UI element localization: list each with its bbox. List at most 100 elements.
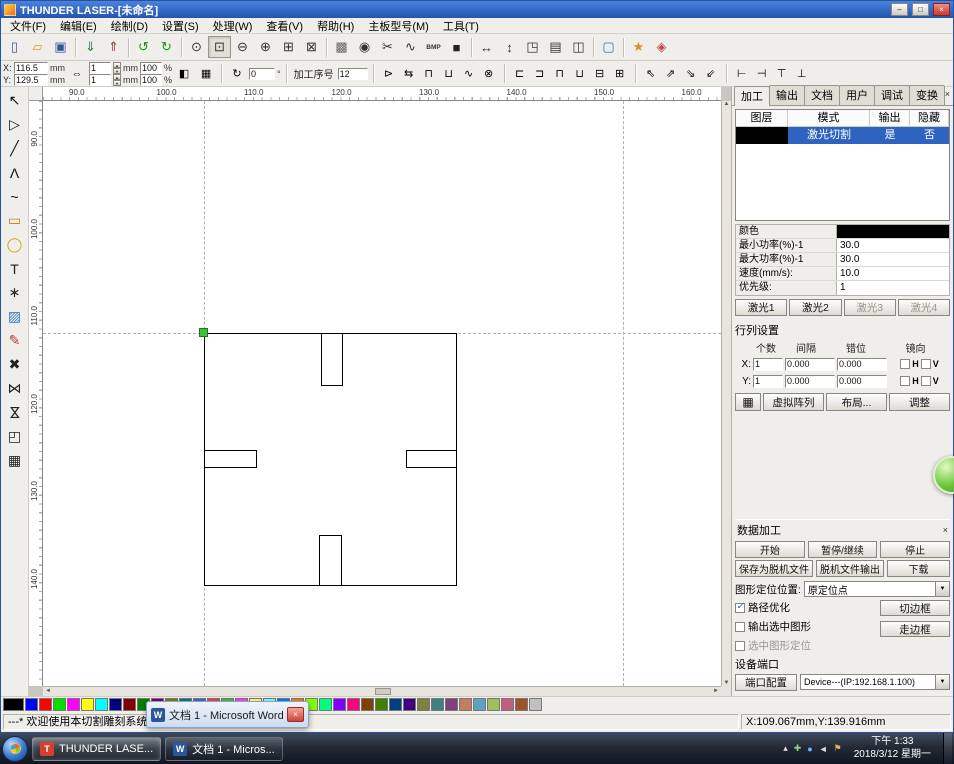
rotate-icon[interactable]: ↻ — [227, 64, 247, 84]
pos-y-input[interactable] — [14, 73, 48, 86]
layer-color-swatch[interactable] — [836, 225, 949, 238]
height-input[interactable] — [89, 73, 111, 86]
path-optimize-checkbox[interactable] — [735, 601, 745, 613]
palette-swatch[interactable] — [361, 698, 374, 711]
align-center-v-icon[interactable]: ⊞ — [610, 64, 630, 84]
palette-swatch[interactable] — [39, 698, 52, 711]
process-panel-close-icon[interactable]: × — [943, 525, 948, 535]
job-number-input[interactable] — [337, 67, 368, 80]
scroll-up-icon[interactable]: ▲ — [724, 101, 730, 107]
zoom-all-icon[interactable]: ⊠ — [300, 36, 323, 58]
scale-y-input[interactable] — [140, 73, 162, 86]
selection-handle[interactable] — [199, 328, 208, 337]
tray-volume-icon[interactable]: ◄ — [819, 744, 828, 754]
import-icon[interactable]: ⇓ — [79, 36, 102, 58]
pause-continue-button[interactable]: 暂停/继续 — [807, 541, 878, 558]
tray-expand-icon[interactable]: ▴ — [783, 743, 788, 754]
menu-file[interactable]: 文件(F) — [3, 17, 53, 35]
select-tool-icon[interactable]: ↖ — [3, 89, 27, 112]
link-xy-icon[interactable]: ⇔ — [67, 64, 87, 84]
open-curve-icon[interactable]: ⊔ — [439, 64, 459, 84]
panel-close-icon[interactable]: × — [945, 89, 950, 99]
menu-tools[interactable]: 工具(T) — [436, 17, 486, 35]
zoom-out-icon[interactable]: ⊖ — [231, 36, 254, 58]
download-button[interactable]: 下载 — [887, 560, 950, 577]
align-top-icon[interactable]: ⊓ — [550, 64, 570, 84]
tab-transform[interactable]: 变换 — [909, 85, 945, 105]
taskbar-app-word-document[interactable]: W 文档 1 - Micros... — [165, 736, 283, 761]
menu-process[interactable]: 处理(W) — [206, 17, 260, 35]
cut-frame-button[interactable]: 切边框 — [880, 600, 950, 616]
show-desktop-button[interactable] — [943, 733, 952, 764]
palette-swatch[interactable] — [501, 698, 514, 711]
array-tool-icon[interactable]: ▦ — [3, 449, 27, 472]
array-x-gap-input[interactable] — [785, 357, 835, 371]
layer-row[interactable]: 激光切割 是 否 — [736, 127, 949, 144]
zoom-window-icon[interactable]: ⊡ — [208, 36, 231, 58]
palette-swatch[interactable] — [67, 698, 80, 711]
curve-wave-icon[interactable]: ∿ — [399, 36, 422, 58]
palette-swatch[interactable] — [445, 698, 458, 711]
palette-swatch[interactable] — [81, 698, 94, 711]
palette-swatch[interactable] — [25, 698, 38, 711]
palette-swatch[interactable] — [3, 698, 24, 711]
align-bottom-icon[interactable]: ⊔ — [570, 64, 590, 84]
close-button[interactable]: × — [933, 3, 950, 16]
virtual-array-button[interactable]: 虚拟阵列 — [763, 393, 824, 411]
bmp-tool-icon[interactable]: BMP — [422, 36, 445, 58]
run-frame-button[interactable]: 走边框 — [880, 621, 950, 637]
preview-close-button[interactable]: × — [287, 707, 304, 722]
text-tool-icon[interactable]: T — [3, 257, 27, 280]
palette-swatch[interactable] — [487, 698, 500, 711]
move-top-left-icon[interactable]: ⇖ — [641, 64, 661, 84]
tab-process[interactable]: 加工 — [734, 86, 770, 106]
device-select[interactable]: Device---(IP:192.168.1.100) ▼ — [800, 674, 950, 690]
palette-swatch[interactable] — [403, 698, 416, 711]
move-bottom-left-icon[interactable]: ⇙ — [701, 64, 721, 84]
dock-bottom-icon[interactable]: ⊥ — [792, 64, 812, 84]
array-y-stagger-input[interactable] — [837, 374, 887, 388]
polyline-tool-icon[interactable]: Λ — [3, 161, 27, 184]
open-folder-icon[interactable]: ▱ — [26, 36, 49, 58]
new-doc-icon[interactable]: ▯ — [3, 36, 26, 58]
scroll-right-icon[interactable]: ► — [713, 688, 719, 694]
preview-icon[interactable]: ◫ — [567, 36, 590, 58]
tray-update-icon[interactable]: ● — [807, 744, 812, 754]
palette-swatch[interactable] — [53, 698, 66, 711]
offset-tool-icon[interactable]: ◰ — [3, 425, 27, 448]
palette-swatch[interactable] — [431, 698, 444, 711]
line-tool-icon[interactable]: ╱ — [3, 137, 27, 160]
pos-x-input[interactable] — [14, 61, 48, 74]
machine-config-icon[interactable]: ◈ — [650, 36, 673, 58]
smooth-curve-icon[interactable]: ∿ — [459, 64, 479, 84]
laser-path-tool-icon[interactable]: ✎ — [3, 329, 27, 352]
delete-tool-icon[interactable]: ✖ — [3, 353, 27, 376]
set-start-point-icon[interactable]: ⊳ — [379, 64, 399, 84]
align-center-h-icon[interactable]: ⊟ — [590, 64, 610, 84]
array-y-gap-input[interactable] — [785, 374, 835, 388]
tab-user[interactable]: 用户 — [839, 85, 875, 105]
reverse-direction-icon[interactable]: ⇆ — [399, 64, 419, 84]
dock-right-icon[interactable]: ⊣ — [752, 64, 772, 84]
height-spinner[interactable]: ▲ ▼ — [113, 73, 121, 86]
save-offline-file-button[interactable]: 保存为脱机文件 — [735, 560, 813, 577]
palette-swatch[interactable] — [95, 698, 108, 711]
laser1-button[interactable]: 激光1 — [735, 299, 788, 316]
anchor-grid-icon[interactable]: ▦ — [196, 64, 216, 84]
mirror-y-v-checkbox[interactable] — [920, 376, 931, 386]
node-edit-tool-icon[interactable]: ▷ — [3, 113, 27, 136]
tray-safety-icon[interactable]: ✚ — [794, 743, 802, 754]
color-swap-icon[interactable]: ◧ — [174, 64, 194, 84]
align-left-icon[interactable]: ⊏ — [510, 64, 530, 84]
curve-tool-icon[interactable]: ~ — [3, 185, 27, 208]
rect-tool-icon[interactable]: ▭ — [3, 209, 27, 232]
v-distribute-icon[interactable]: ↕ — [498, 36, 521, 58]
scroll-left-icon[interactable]: ◄ — [45, 688, 51, 694]
pick-color-icon[interactable]: ▩ — [330, 36, 353, 58]
mirror-h-tool-icon[interactable]: ⋈ — [3, 377, 27, 400]
tray-network-icon[interactable]: ⚑ — [834, 743, 842, 754]
output-selected-checkbox[interactable] — [735, 621, 745, 632]
horizontal-scroll-thumb[interactable] — [375, 688, 392, 695]
palette-swatch[interactable] — [319, 698, 332, 711]
cut-path-icon[interactable]: ✂ — [376, 36, 399, 58]
